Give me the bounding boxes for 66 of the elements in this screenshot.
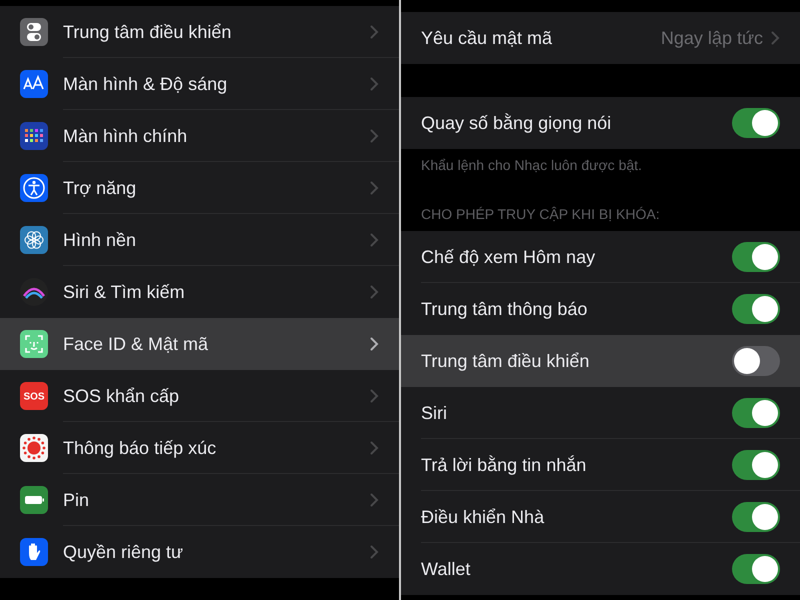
footer-note: Khẩu lệnh cho Nhạc luôn được bật. (421, 156, 643, 175)
row-label: Pin (63, 488, 90, 512)
settings-row[interactable]: Màn hình chính (0, 110, 399, 162)
row-value: Ngay lập tức (660, 26, 763, 50)
switches-icon (20, 18, 48, 46)
chevron-icon (370, 233, 379, 247)
chevron-icon (370, 389, 379, 403)
row-label: Màn hình & Độ sáng (63, 72, 228, 96)
chevron-icon (771, 31, 780, 45)
text-size-icon (20, 70, 48, 98)
row-label: Wallet (421, 558, 472, 580)
row-label: Siri (421, 402, 448, 424)
row-label: Trả lời bằng tin nhắn (421, 454, 588, 477)
chevron-icon (370, 181, 379, 195)
row-label: Trung tâm thông báo (421, 298, 588, 321)
row-label: Màn hình chính (63, 124, 188, 148)
settings-row[interactable]: Thông báo tiếp xúc (0, 422, 399, 474)
row-label: Face ID & Mật mã (63, 332, 210, 356)
face-scan-icon (20, 330, 48, 358)
settings-row[interactable]: Quyền riêng tư (0, 526, 399, 578)
toggle-switch[interactable] (732, 242, 780, 272)
toggle-switch[interactable] (732, 398, 780, 428)
emergency-icon: SOS (20, 382, 48, 410)
toggle-switch[interactable] (732, 346, 780, 376)
row-label: Siri & Tìm kiếm (63, 280, 186, 304)
app-grid-icon (20, 122, 48, 150)
settings-row[interactable]: Face ID & Mật mã (0, 318, 399, 370)
row-label: SOS khẩn cấp (63, 384, 180, 408)
toggle-switch[interactable] (732, 108, 780, 138)
hand-icon (20, 538, 48, 566)
row-label: Quay số bằng giọng nói (421, 112, 612, 135)
settings-row[interactable]: Màn hình & Độ sáng (0, 58, 399, 110)
chevron-icon (370, 25, 379, 39)
settings-row[interactable]: Siri & Tìm kiếm (0, 266, 399, 318)
settings-row[interactable]: SOS SOS khẩn cấp (0, 370, 399, 422)
chevron-icon (370, 285, 379, 299)
row-label: Yêu cầu mật mã (421, 26, 554, 50)
chevron-icon (370, 441, 379, 455)
toggle-switch[interactable] (732, 450, 780, 480)
row-label: Trợ năng (63, 176, 138, 200)
toggle-switch[interactable] (732, 294, 780, 324)
settings-row[interactable]: Trung tâm điều khiển (0, 6, 399, 58)
orb-icon (20, 278, 48, 306)
row-label: Trung tâm điều khiển (421, 350, 590, 373)
chevron-icon (370, 337, 379, 351)
settings-row[interactable]: Trợ năng (0, 162, 399, 214)
row-label: Hình nền (63, 228, 138, 252)
row-label: Quyền riêng tư (63, 540, 184, 564)
settings-row[interactable]: Yêu cầu mật mã Ngay lập tức (401, 12, 800, 64)
toggle-switch[interactable] (732, 554, 780, 584)
row-label: Điều khiển Nhà (421, 506, 546, 528)
chevron-icon (370, 493, 379, 507)
settings-row[interactable]: Hình nền (0, 214, 399, 266)
section-header: CHO PHÉP TRUY CẬP KHI BỊ KHÓA: (421, 206, 661, 223)
settings-row[interactable]: Pin (0, 474, 399, 526)
flower-icon (20, 226, 48, 254)
battery-icon (20, 486, 48, 514)
chevron-icon (370, 129, 379, 143)
chevron-icon (370, 545, 379, 559)
row-label: Thông báo tiếp xúc (63, 436, 218, 460)
toggle-switch[interactable] (732, 502, 780, 532)
row-label: Chế độ xem Hôm nay (421, 246, 596, 269)
row-label: Trung tâm điều khiển (63, 20, 232, 44)
accessibility-icon (20, 174, 48, 202)
exposure-icon (20, 434, 48, 462)
chevron-icon (370, 77, 379, 91)
